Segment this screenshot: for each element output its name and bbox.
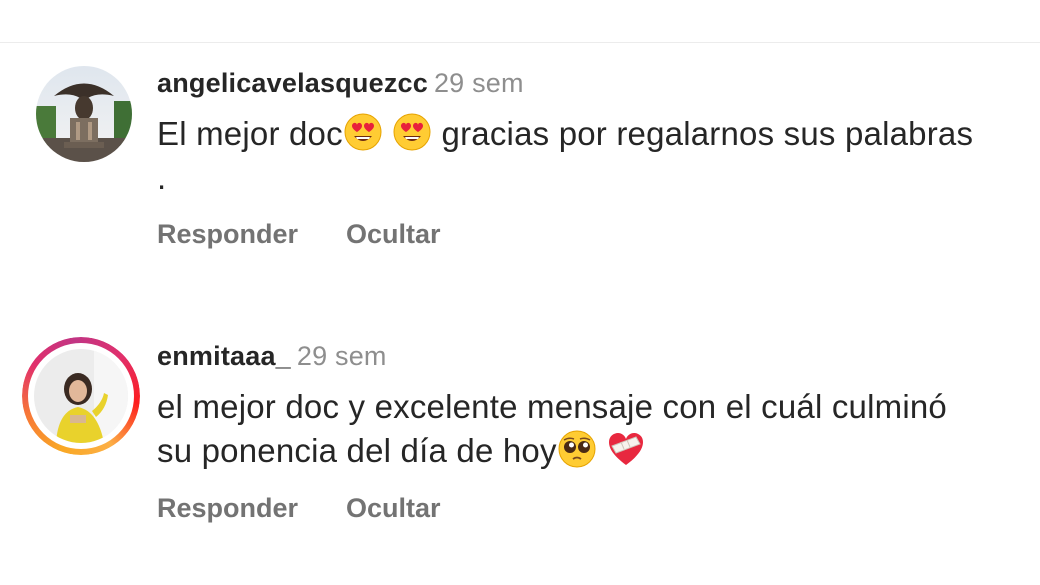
- comment-actions: Responder Ocultar: [157, 219, 441, 250]
- avatar-photo: [34, 349, 128, 443]
- comment-body-start: El mejor doc: [157, 115, 343, 152]
- comment-text: El mejor doc gracias por regalarnos sus …: [157, 112, 977, 200]
- pleading-face-emoji: [558, 430, 596, 468]
- comment-username[interactable]: angelicavelasquezcc 29 sem: [157, 68, 524, 99]
- mending-heart-emoji: [609, 433, 644, 465]
- divider: [0, 42, 1040, 43]
- avatar-photo: [36, 66, 132, 162]
- comment-text: el mejor doc y excelente mensaje con el …: [157, 385, 977, 473]
- avatar[interactable]: [22, 337, 140, 455]
- comment-body-start: el mejor doc y excelente mensaje con el …: [157, 388, 947, 469]
- username-text[interactable]: enmitaaa_: [157, 341, 291, 371]
- comment-timestamp: 29 sem: [433, 68, 524, 98]
- comment-actions: Responder Ocultar: [157, 493, 441, 524]
- username-text[interactable]: angelicavelasquezcc: [157, 68, 428, 98]
- reply-button[interactable]: Responder: [157, 493, 298, 524]
- hide-button[interactable]: Ocultar: [346, 493, 441, 524]
- comments-page: angelicavelasquezcc 29 sem El mejor doc g…: [0, 0, 1040, 585]
- comment-timestamp: 29 sem: [296, 341, 387, 371]
- hide-button[interactable]: Ocultar: [346, 219, 441, 250]
- heart-eyes-emoji: [344, 113, 382, 151]
- avatar[interactable]: [36, 66, 132, 162]
- comment-username[interactable]: enmitaaa_ 29 sem: [157, 341, 387, 372]
- heart-eyes-emoji: [393, 113, 431, 151]
- reply-button[interactable]: Responder: [157, 219, 298, 250]
